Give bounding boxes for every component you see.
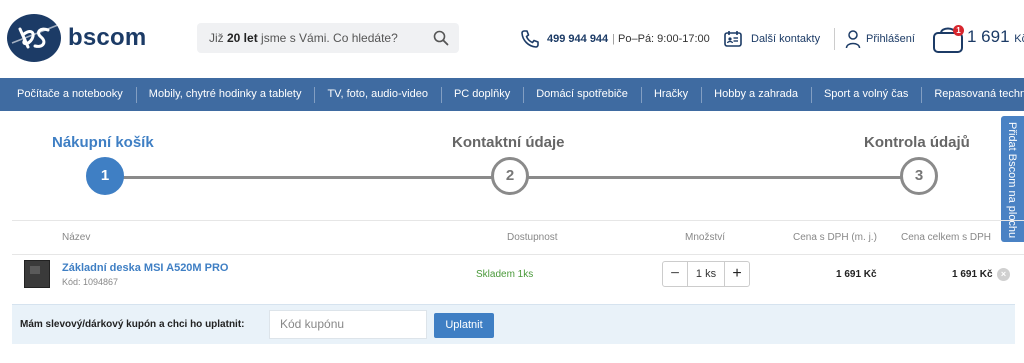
step-3-circle: 3: [900, 157, 938, 195]
quantity-input[interactable]: 1 ks: [687, 262, 725, 286]
header-total-price: Cena celkem s DPH: [901, 232, 992, 243]
step-label-review: Kontrola údajů: [864, 134, 970, 151]
product-thumbnail[interactable]: [24, 260, 50, 288]
more-contacts-link[interactable]: Další kontakty: [723, 29, 820, 49]
decrease-quantity-button[interactable]: −: [663, 262, 687, 286]
nav-item-toys[interactable]: Hračky: [640, 78, 701, 111]
nav-item-hobby[interactable]: Hobby a zahrada: [701, 78, 811, 111]
quantity-stepper: − 1 ks +: [662, 261, 750, 287]
nav-item-pc-accessories[interactable]: PC doplňky: [440, 78, 523, 111]
divider: |: [612, 33, 616, 45]
phone-contact[interactable]: 499 944 944 | Po–Pá: 9:00-17:00: [520, 29, 710, 49]
nav-item-tv[interactable]: TV, foto, audio-video: [314, 78, 441, 111]
apply-coupon-button[interactable]: Uplatnit: [434, 313, 494, 338]
remove-item-icon[interactable]: ×: [997, 268, 1010, 281]
availability-status: Skladem 1ks: [476, 269, 534, 280]
user-icon: [845, 30, 861, 49]
logo-text: bscom: [68, 24, 147, 51]
coupon-label: Mám slevový/dárkový kupón a chci ho upla…: [20, 319, 245, 330]
add-to-homescreen-tab[interactable]: Přidat Bscom na plochu: [1001, 116, 1024, 242]
total-price: 1 691 Kč: [952, 269, 993, 280]
nav-item-computers[interactable]: Počítače a notebooky: [0, 78, 136, 111]
nav-item-mobiles[interactable]: Mobily, chytré hodinky a tablety: [135, 78, 315, 111]
step-2-circle: 2: [491, 157, 529, 195]
more-contacts-label: Další kontakty: [751, 33, 821, 45]
site-header: bscom Již 20 let jsme s Vámi. Co hledáte…: [0, 0, 1024, 78]
cart-count-badge: 1: [953, 25, 964, 36]
logo[interactable]: bscom: [6, 13, 146, 63]
step-1-circle: 1: [86, 157, 124, 195]
search-input[interactable]: Již 20 let jsme s Vámi. Co hledáte?: [197, 31, 398, 45]
nav-item-refurbished[interactable]: Repasovaná technika: [921, 78, 1024, 111]
step-label-cart: Nákupní košík: [52, 134, 154, 151]
search-box[interactable]: Již 20 let jsme s Vámi. Co hledáte?: [197, 23, 459, 53]
coupon-section: Mám slevový/dárkový kupón a chci ho upla…: [12, 304, 1015, 344]
step-label-contact: Kontaktní údaje: [452, 134, 565, 151]
category-nav: Počítače a notebooky Mobily, chytré hodi…: [0, 78, 1024, 111]
cart-total[interactable]: 1 691 Kč: [967, 27, 1024, 47]
header-divider: [834, 28, 835, 50]
nav-item-sport[interactable]: Sport a volný čas: [810, 78, 921, 111]
nav-item-appliances[interactable]: Domácí spotřebiče: [523, 78, 641, 111]
coupon-code-input[interactable]: Kód kupónu: [269, 310, 427, 339]
product-name-link[interactable]: Základní deska MSI A520M PRO: [62, 262, 228, 274]
unit-price: 1 691 Kč: [836, 269, 877, 280]
header-availability: Dostupnost: [507, 232, 558, 243]
header-unit-price: Cena s DPH (m. j.): [793, 232, 877, 243]
phone-hours: Po–Pá: 9:00-17:00: [618, 33, 710, 45]
table-divider: [12, 220, 1024, 221]
logo-mark-icon: [7, 14, 61, 62]
login-link[interactable]: Přihlášení: [845, 29, 915, 49]
contact-card-icon: [724, 31, 742, 47]
increase-quantity-button[interactable]: +: [725, 262, 749, 286]
table-divider: [12, 254, 1024, 255]
phone-icon: [521, 30, 539, 48]
header-name: Název: [62, 232, 91, 243]
product-code: Kód: 1094867: [62, 277, 119, 287]
search-icon[interactable]: [433, 30, 449, 46]
phone-number[interactable]: 499 944 944: [547, 33, 608, 45]
login-label: Přihlášení: [866, 33, 915, 45]
header-quantity: Množství: [685, 232, 726, 243]
